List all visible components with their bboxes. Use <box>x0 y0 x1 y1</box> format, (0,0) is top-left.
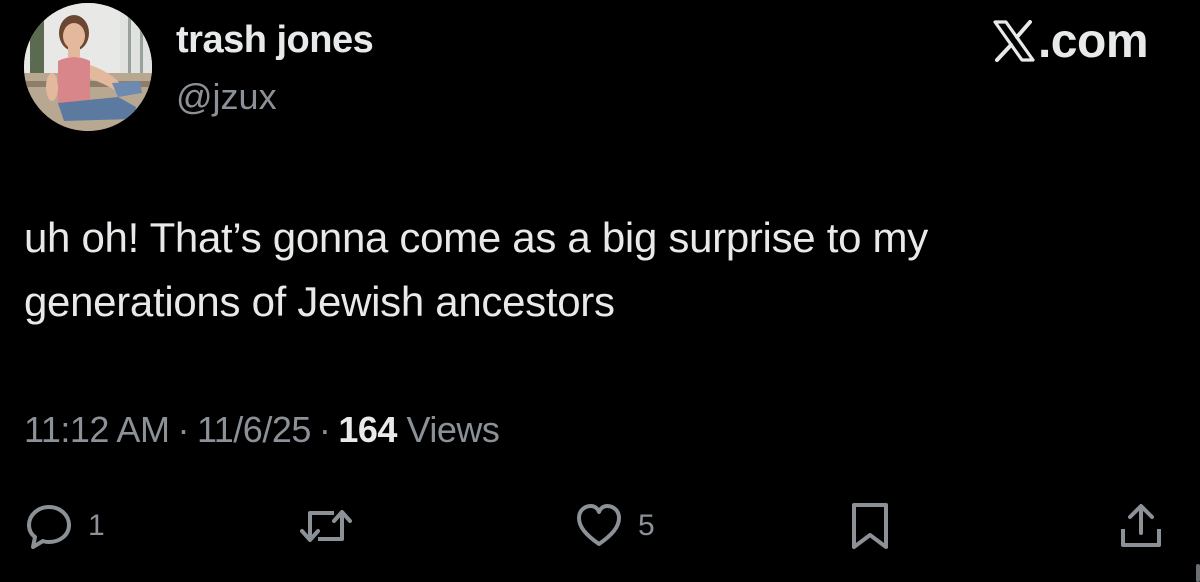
avatar-photo <box>24 3 152 131</box>
reply-button[interactable]: 1 <box>24 496 105 556</box>
tweet-card: trash jones @jzux .com uh oh! That’s gon… <box>0 0 1200 582</box>
share-button[interactable] <box>1116 496 1166 556</box>
brand-domain: .com <box>1037 14 1149 68</box>
action-bar: 1 5 <box>0 496 1200 556</box>
meta-separator: · <box>177 409 189 450</box>
reply-icon <box>27 505 71 549</box>
brand-watermark[interactable]: .com <box>992 14 1149 68</box>
user-handle[interactable]: @jzux <box>176 76 277 118</box>
retweet-button[interactable] <box>296 496 356 556</box>
tweet-time[interactable]: 11:12 AM <box>24 409 170 450</box>
display-name[interactable]: trash jones <box>176 18 374 62</box>
like-button[interactable]: 5 <box>574 496 655 556</box>
like-count: 5 <box>638 509 655 542</box>
avatar[interactable] <box>24 3 152 131</box>
views-count: 164 <box>338 409 397 450</box>
share-icon <box>1121 504 1161 547</box>
x-logo-icon <box>993 20 1035 62</box>
scrollbar-thumb[interactable] <box>1196 564 1200 582</box>
tweet-meta: 11:12 AM · 11/6/25 · 164 Views <box>24 406 500 454</box>
bookmark-button[interactable] <box>848 496 892 556</box>
tweet-text-line: uh oh! That’s gonna come as a big surpri… <box>24 214 928 261</box>
reply-count: 1 <box>88 509 105 542</box>
tweet-date[interactable]: 11/6/25 <box>197 409 311 450</box>
retweet-icon <box>300 510 352 542</box>
meta-separator: · <box>318 409 331 450</box>
tweet-text: uh oh! That’s gonna come as a big surpri… <box>24 206 1164 334</box>
heart-icon <box>577 504 621 546</box>
bookmark-icon <box>852 503 888 549</box>
tweet-text-line: generations of Jewish ancestors <box>24 278 615 325</box>
views-label[interactable]: Views <box>406 409 499 450</box>
